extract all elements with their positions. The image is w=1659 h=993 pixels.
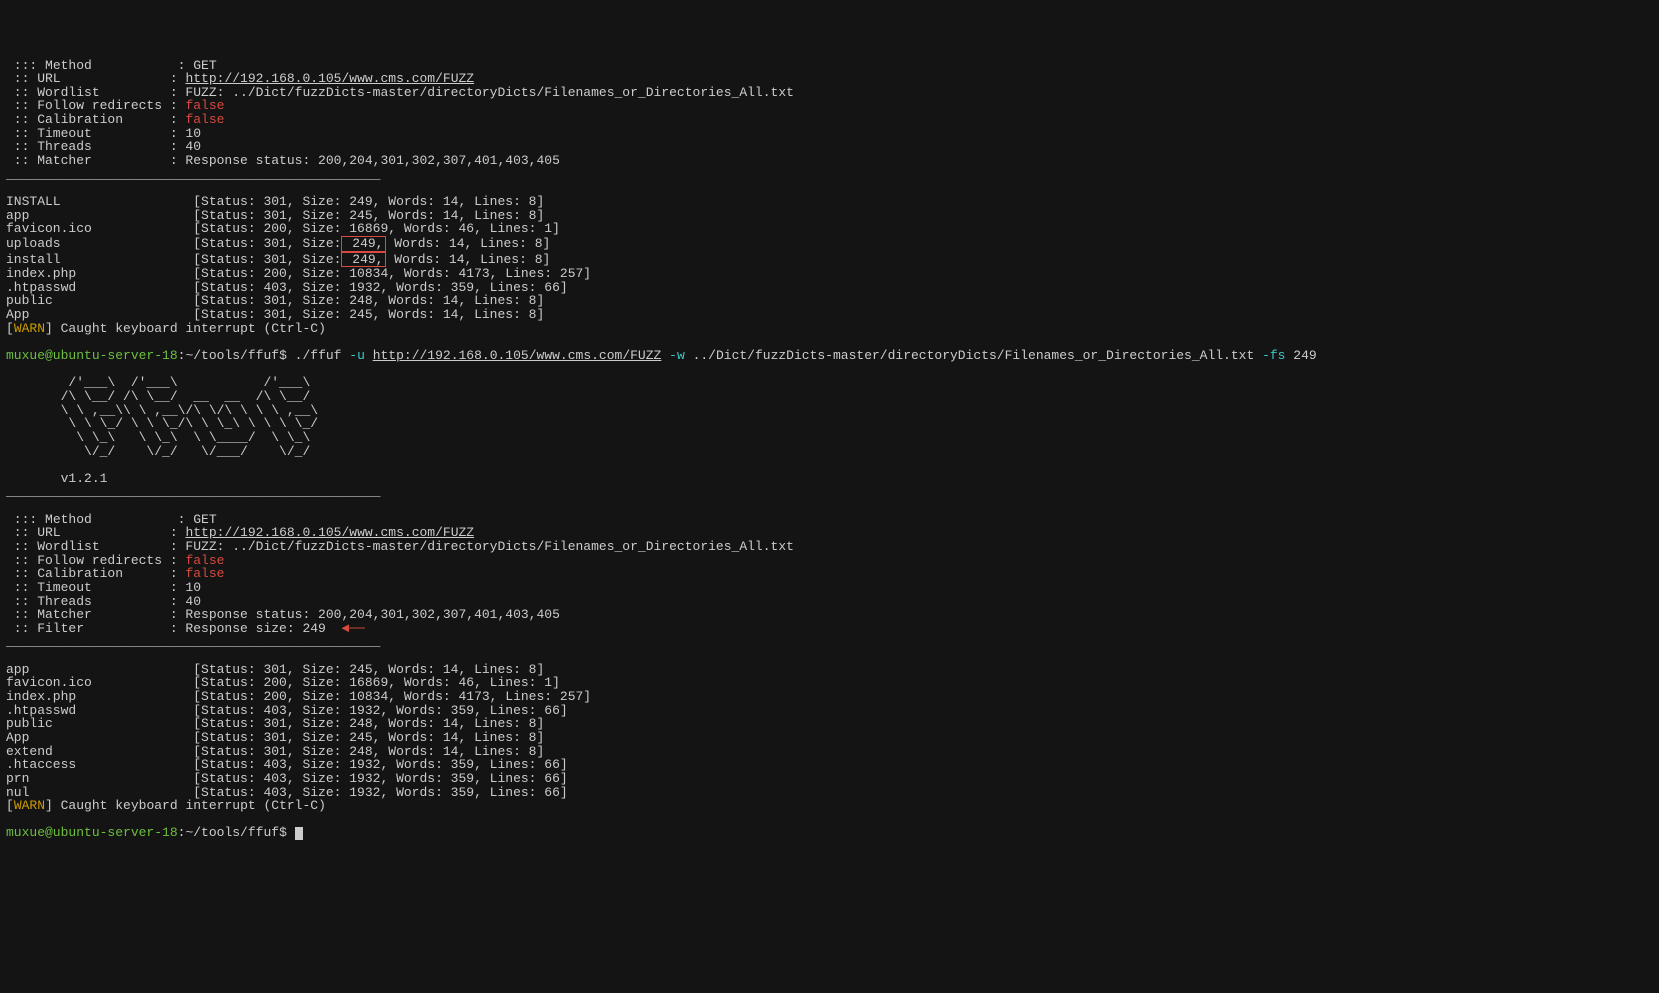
cmd-bin: ./ffuf — [295, 348, 350, 363]
rule: ________________________________________… — [6, 484, 380, 499]
cmd-wordlist: ../Dict/fuzzDicts-master/directoryDicts/… — [693, 348, 1263, 363]
result-row: favicon.ico [Status: 200, Size: 16869, W… — [6, 221, 560, 236]
prompt-dollar: $ — [279, 348, 295, 363]
prompt-path: :~/tools/ffuf — [178, 348, 279, 363]
result-row: Words: 14, Lines: 8] — [386, 236, 550, 251]
cmd-fsnum: 249 — [1293, 348, 1316, 363]
prompt-dollar: $ — [279, 825, 295, 840]
prompt-path: :~/tools/ffuf — [178, 825, 279, 840]
highlight-box: 249, — [341, 236, 386, 252]
warn-msg: ] Caught keyboard interrupt (Ctrl-C) — [45, 321, 326, 336]
cmd-url: http://192.168.0.105/www.cms.com/FUZZ — [373, 348, 662, 363]
result-row: Words: 14, Lines: 8] — [386, 252, 550, 267]
prompt-user: muxue@ubuntu-server-18 — [6, 348, 178, 363]
warn-word: WARN — [14, 798, 45, 813]
rule: ________________________________________… — [6, 634, 380, 649]
highlight-box: 249, — [341, 252, 386, 268]
result-row: uploads [Status: 301, Size: — [6, 236, 341, 251]
arrow-icon: ◄── — [326, 622, 365, 636]
cursor-icon[interactable] — [295, 827, 303, 840]
cmd-flag-w: -w — [661, 348, 692, 363]
warn-bracket: [ — [6, 798, 14, 813]
warn-word: WARN — [14, 321, 45, 336]
ascii-art: \/_/ \/_/ \/___/ \/_/ — [6, 444, 365, 459]
cmd-flag-fs: -fs — [1262, 348, 1293, 363]
rule: ________________________________________… — [6, 167, 380, 182]
result-row: install [Status: 301, Size: — [6, 252, 341, 267]
terminal[interactable]: ::: Method : GET :: URL : http://192.168… — [0, 55, 1659, 939]
cmd-flag-u: -u — [349, 348, 372, 363]
warn-msg: ] Caught keyboard interrupt (Ctrl-C) — [45, 798, 326, 813]
warn-bracket: [ — [6, 321, 14, 336]
prompt-user: muxue@ubuntu-server-18 — [6, 825, 178, 840]
